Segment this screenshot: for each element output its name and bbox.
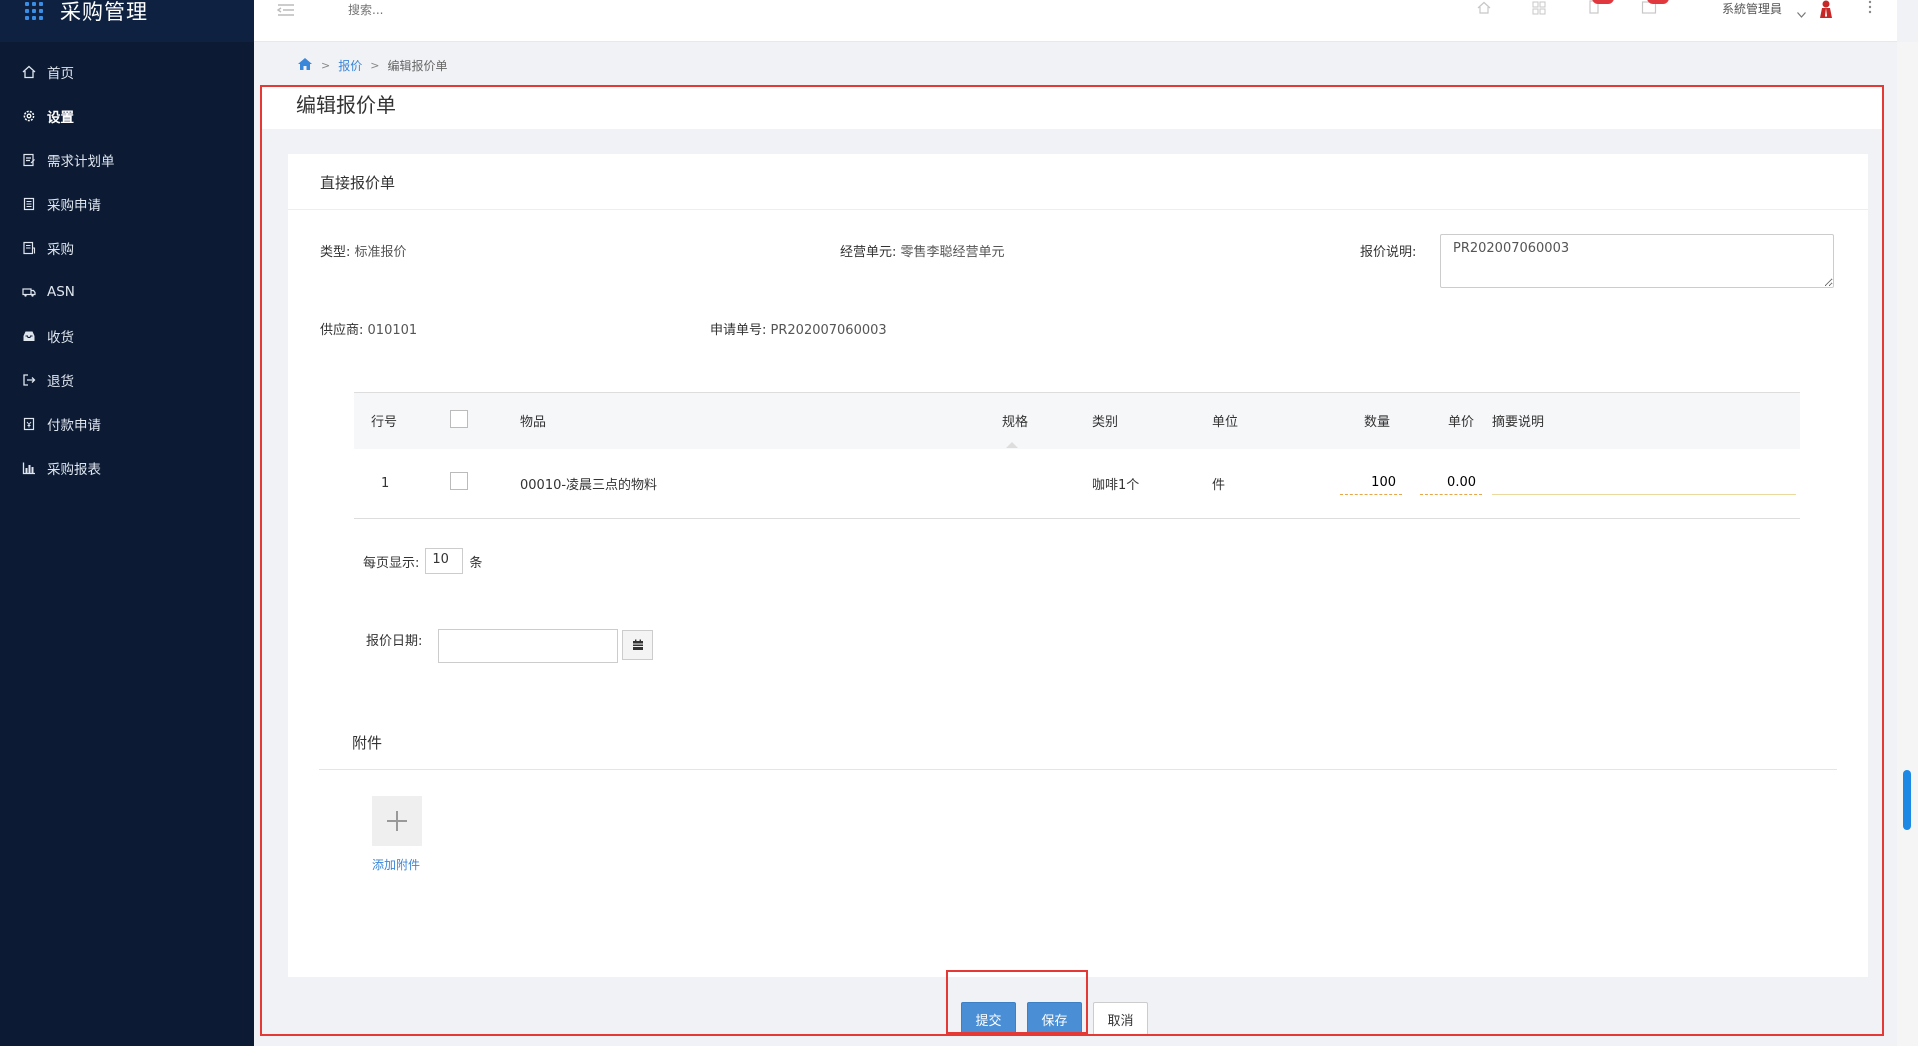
sidebar-item-purchase[interactable]: 采购 — [0, 226, 254, 270]
breadcrumb-separator: > — [321, 59, 331, 72]
top-header: 系統管理員 — [254, 0, 1897, 42]
sidebar-item-label: 采购 — [47, 242, 74, 258]
apps-grid-icon[interactable] — [25, 2, 47, 24]
user-name[interactable]: 系統管理員 — [1722, 0, 1782, 17]
highlight-box-form — [260, 85, 1884, 1036]
sidebar-item-label: 采购报表 — [47, 462, 101, 478]
sidebar-item-label: 需求计划单 — [47, 154, 115, 170]
sidebar-item-home[interactable]: 首页 — [0, 50, 254, 94]
breadcrumb: > 报价 > 编辑报价单 — [297, 57, 447, 74]
mail-icon[interactable] — [1641, 0, 1669, 16]
home-icon — [21, 64, 37, 80]
sidebar-item-purchase-request[interactable]: 采购申请 — [0, 182, 254, 226]
sidebar-item-label: 付款申请 — [47, 418, 101, 434]
vertical-scrollbar[interactable] — [1897, 42, 1918, 1046]
sidebar-item-label: 首页 — [47, 66, 74, 82]
sidebar-item-asn[interactable]: ASN — [0, 270, 254, 314]
menu-toggle-icon[interactable] — [276, 2, 296, 16]
breadcrumb-current: 编辑报价单 — [387, 59, 448, 73]
avatar[interactable] — [1819, 0, 1833, 18]
sidebar-item-label: 收货 — [47, 330, 74, 346]
payment-doc-icon — [21, 416, 37, 432]
bar-chart-icon — [21, 460, 37, 476]
sidebar-item-payment-request[interactable]: 付款申请 — [0, 402, 254, 446]
gear-icon — [21, 108, 37, 124]
notification-badge — [1592, 0, 1614, 4]
sidebar-nav: 首页 设置 需求计划单 采购申请 采购 ASN 收货 退货 付款申请 采购报表 — [0, 50, 254, 490]
scrollbar-thumb[interactable] — [1903, 770, 1911, 830]
sidebar-item-returns[interactable]: 退货 — [0, 358, 254, 402]
mail-badge — [1647, 0, 1669, 4]
list-doc-icon — [21, 196, 37, 212]
breadcrumb-link-quote[interactable]: 报价 — [338, 57, 362, 74]
notification-icon[interactable] — [1586, 0, 1614, 16]
sidebar: 采购管理 首页 设置 需求计划单 采购申请 采购 ASN 收货 退货 付款申请 … — [0, 0, 254, 1046]
return-icon — [21, 372, 37, 388]
home-icon[interactable] — [1476, 0, 1492, 16]
chevron-down-icon[interactable] — [1797, 3, 1806, 18]
breadcrumb-separator: > — [370, 59, 380, 72]
sidebar-item-label: 设置 — [47, 110, 74, 126]
sidebar-item-label: ASN — [47, 284, 75, 300]
sidebar-item-label: 退货 — [47, 374, 74, 390]
truck-icon — [21, 284, 37, 300]
search-input[interactable] — [346, 0, 546, 20]
order-doc-icon — [21, 240, 37, 256]
sidebar-item-receiving[interactable]: 收货 — [0, 314, 254, 358]
sidebar-item-purchase-report[interactable]: 采购报表 — [0, 446, 254, 490]
app-title: 采购管理 — [60, 0, 148, 24]
highlight-box-buttons — [946, 970, 1088, 1034]
apps-icon[interactable] — [1531, 0, 1547, 16]
sidebar-item-demand-plan[interactable]: 需求计划单 — [0, 138, 254, 182]
more-vertical-icon[interactable] — [1867, 0, 1873, 16]
sidebar-item-settings[interactable]: 设置 — [0, 94, 254, 138]
edit-doc-icon — [21, 152, 37, 168]
sidebar-item-label: 采购申请 — [47, 198, 101, 214]
home-icon[interactable] — [297, 57, 313, 74]
brand: 采购管理 — [0, 0, 254, 42]
inbox-icon — [21, 328, 37, 344]
